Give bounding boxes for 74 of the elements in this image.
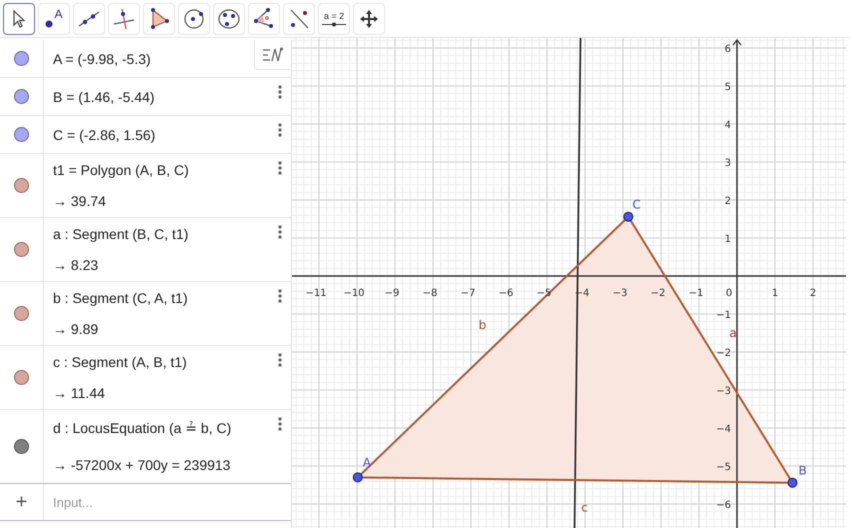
tick-label: −10: [343, 288, 365, 299]
more-menu-icon[interactable]: [277, 84, 283, 100]
algebra-entry[interactable]: c : Segment (A, B, t1): [53, 354, 187, 370]
algebra-style-button[interactable]: [254, 40, 290, 70]
slider-icon: [322, 22, 346, 26]
tick-label: −5: [716, 462, 731, 473]
more-menu-icon[interactable]: [277, 224, 283, 240]
tool-button[interactable]: [3, 2, 35, 34]
tick-label: −9: [384, 288, 400, 299]
segment-label: a: [729, 326, 737, 340]
tick-label: −2: [650, 288, 666, 299]
tick-label: −4: [716, 424, 731, 435]
ellipse-icon: [217, 6, 241, 30]
algebra-value: → 8.23: [53, 257, 100, 274]
tick-label: 0: [726, 288, 732, 299]
more-menu-icon[interactable]: [277, 288, 283, 304]
visibility-toggle[interactable]: [14, 89, 29, 104]
algebra-entry[interactable]: d : LocusEquation (a ≟ b, C): [53, 420, 232, 437]
tick-label: 3: [724, 158, 731, 169]
algebra-value: → 11.44: [53, 385, 106, 402]
tool-label: A: [54, 6, 62, 20]
visibility-toggle[interactable]: [14, 178, 29, 193]
angle-icon: [252, 6, 276, 30]
tick-label: 4: [724, 120, 731, 131]
tool-button[interactable]: A: [38, 2, 70, 34]
sort-lines-icon: [262, 46, 284, 64]
point-icon: [45, 20, 54, 28]
visibility-toggle[interactable]: [14, 127, 29, 142]
input-field[interactable]: Input...: [44, 484, 291, 520]
algebra-entry[interactable]: a : Segment (B, C, t1): [53, 226, 188, 242]
tick-label: 6: [724, 44, 731, 55]
more-menu-icon[interactable]: [277, 352, 283, 368]
algebra-entry[interactable]: C = (-2.86, 1.56): [53, 126, 156, 142]
tick-label: −1: [688, 288, 704, 299]
tick-label: −3: [716, 386, 731, 397]
algebra-value: → 39.74: [53, 193, 107, 210]
algebra-value: → 9.89: [53, 321, 100, 338]
tick-label: −1: [716, 310, 731, 321]
point-label: A: [362, 455, 371, 470]
tool-button[interactable]: a = 2: [318, 2, 350, 34]
visibility-toggle[interactable]: [14, 370, 29, 385]
tick-label: −11: [305, 288, 327, 299]
algebra-entry[interactable]: b : Segment (C, A, t1): [53, 290, 188, 306]
algebra-entry[interactable]: B = (1.46, -5.44): [53, 88, 155, 104]
tick-label: −6: [498, 288, 514, 299]
visibility-toggle[interactable]: [14, 439, 29, 454]
point-label: B: [798, 464, 807, 478]
tick-label: 5: [724, 82, 731, 93]
algebra-entry[interactable]: t1 = Polygon (A, B, C): [53, 162, 189, 178]
point-label: C: [632, 198, 641, 212]
more-menu-icon[interactable]: [277, 122, 283, 138]
algebra-value: → -57200x + 700y = 239913: [53, 457, 232, 473]
tick-label: −8: [422, 288, 438, 299]
perpendicular-line-icon: [112, 6, 136, 30]
add-symbol[interactable]: +: [16, 490, 28, 514]
tool-label: a = 2: [324, 10, 344, 20]
tick-label: 1: [772, 288, 778, 299]
tick-label: 1: [724, 234, 731, 245]
tick-label: 2: [810, 288, 816, 299]
more-menu-icon[interactable]: [277, 416, 283, 432]
move-arrows-icon: [358, 8, 380, 30]
tick-label: −3: [612, 288, 628, 299]
visibility-toggle[interactable]: [14, 306, 29, 321]
visibility-toggle[interactable]: [14, 242, 29, 257]
tick-label: −6: [716, 500, 731, 511]
tick-label: −2: [716, 348, 731, 359]
algebra-entry[interactable]: A = (-9.98, -5.3): [53, 50, 151, 66]
tick-label: 2: [724, 196, 731, 207]
visibility-toggle[interactable]: [14, 51, 29, 66]
segment-label: c: [581, 500, 588, 515]
more-menu-icon[interactable]: [277, 160, 283, 176]
tick-label: −7: [460, 288, 476, 299]
circle-icon: [182, 6, 206, 30]
segment-label: b: [478, 318, 486, 332]
